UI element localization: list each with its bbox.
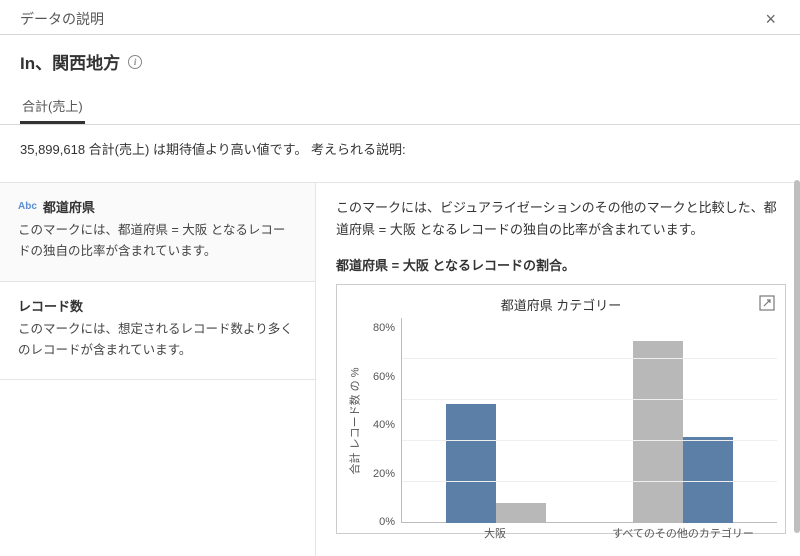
x-tick: 大阪	[401, 525, 589, 541]
explanation-card-prefecture[interactable]: Abc 都道府県 このマークには、都道府県 = 大阪 となるレコードの独自の比率…	[0, 183, 315, 282]
card-title: レコード数	[18, 296, 83, 315]
chart-plot	[401, 318, 777, 523]
y-axis-ticks: 80% 60% 40% 20% 0%	[363, 318, 399, 523]
page-title-text: In、関西地方	[20, 49, 120, 74]
tab-sum-sales[interactable]: 合計(売上)	[20, 90, 85, 124]
dialog-title: データの説明	[20, 9, 104, 29]
y-axis-label: 合計 レコード数 の %	[346, 367, 362, 474]
bar-gray	[633, 341, 683, 523]
info-icon[interactable]: i	[128, 55, 142, 69]
scrollbar-thumb[interactable]	[794, 180, 800, 533]
chart-title: 都道府県 カテゴリー	[345, 293, 777, 314]
bar-blue	[446, 404, 496, 523]
detail-panel: このマークには、ビジュアライゼーションのその他のマークと比較した、都道府県 = …	[316, 183, 800, 556]
gridline	[402, 358, 777, 359]
close-icon[interactable]: ×	[761, 8, 780, 30]
x-axis-labels: 大阪 すべてのその他のカテゴリー	[401, 523, 777, 541]
bar-group	[590, 318, 778, 523]
abc-icon: Abc	[18, 201, 37, 212]
tabs-row: 合計(売上)	[0, 90, 800, 125]
page-title: In、関西地方 i	[20, 49, 780, 74]
content-row: Abc 都道府県 このマークには、都道府県 = 大阪 となるレコードの独自の比率…	[0, 183, 800, 556]
explanations-panel: Abc 都道府県 このマークには、都道府県 = 大阪 となるレコードの独自の比率…	[0, 183, 316, 556]
y-tick: 40%	[373, 420, 395, 431]
detail-description: このマークには、ビジュアライゼーションのその他のマークと比較した、都道府県 = …	[336, 197, 786, 241]
y-tick: 20%	[373, 469, 395, 480]
subheader: In、関西地方 i	[0, 35, 800, 74]
y-tick: 60%	[373, 372, 395, 383]
dialog-header: データの説明 ×	[0, 0, 800, 35]
expand-chart-icon[interactable]	[759, 295, 775, 311]
gridline	[402, 399, 777, 400]
gridline	[402, 481, 777, 482]
card-body: このマークには、都道府県 = 大阪 となるレコードの独自の比率が含まれています。	[18, 220, 297, 263]
card-title-row: レコード数	[18, 296, 297, 315]
y-axis-label-wrap: 合計 レコード数 の %	[345, 318, 363, 523]
detail-subtitle: 都道府県 = 大阪 となるレコードの割合。	[336, 255, 786, 274]
y-tick: 0%	[379, 517, 395, 528]
explanation-card-record-count[interactable]: レコード数 このマークには、想定されるレコード数より多くのレコードが含まれていま…	[0, 282, 315, 381]
card-title-row: Abc 都道府県	[18, 197, 297, 216]
bar-gray	[496, 503, 546, 524]
bar-blue	[683, 437, 733, 523]
summary-line: 35,899,618 合計(売上) は期待値より高い値です。 考えられる説明:	[0, 125, 800, 183]
card-title: 都道府県	[43, 197, 95, 216]
card-body: このマークには、想定されるレコード数より多くのレコードが含まれています。	[18, 319, 297, 362]
gridline	[402, 440, 777, 441]
x-tick: すべてのその他のカテゴリー	[589, 525, 777, 541]
y-tick: 80%	[373, 323, 395, 334]
bar-group	[402, 318, 590, 523]
bar-groups	[402, 318, 777, 523]
chart-container: 都道府県 カテゴリー 合計 レコード数 の % 80% 60% 40% 20% …	[336, 284, 786, 534]
chart-area: 合計 レコード数 の % 80% 60% 40% 20% 0%	[345, 318, 777, 523]
